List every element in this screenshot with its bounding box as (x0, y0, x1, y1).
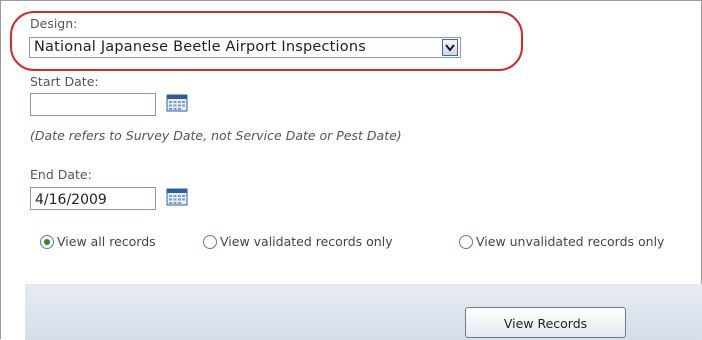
end-date-label: End Date: (30, 167, 92, 182)
end-date-input[interactable] (30, 187, 156, 210)
calendar-icon[interactable] (166, 188, 188, 206)
view-records-button[interactable]: View Records (465, 307, 626, 338)
radio-label: View validated records only (220, 234, 393, 249)
radio-button[interactable] (203, 235, 217, 249)
start-date-input[interactable] (30, 93, 156, 116)
highlight-annotation (10, 11, 523, 71)
radio-button[interactable] (459, 235, 473, 249)
date-note: (Date refers to Survey Date, not Service… (30, 128, 402, 143)
start-date-label: Start Date: (30, 74, 99, 89)
calendar-icon[interactable] (166, 94, 188, 112)
radio-button-selected[interactable] (40, 235, 54, 249)
form-panel: Design: National Japanese Beetle Airport… (0, 0, 702, 340)
radio-label: View all records (57, 234, 156, 249)
radio-label: View unvalidated records only (476, 234, 665, 249)
